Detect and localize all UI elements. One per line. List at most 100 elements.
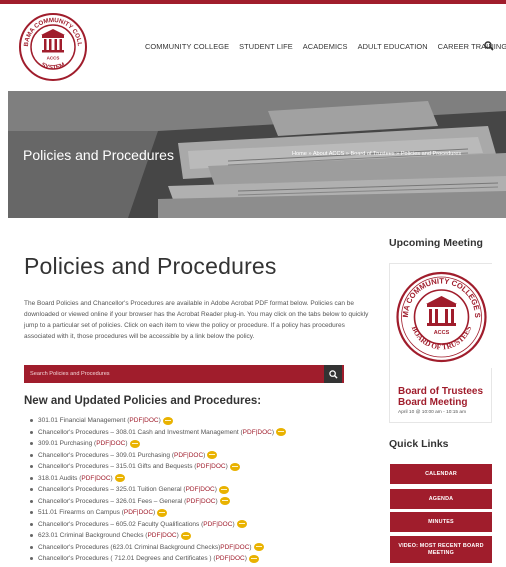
nav-student-life[interactable]: STUDENT LIFE xyxy=(239,42,293,51)
policy-item: Chancellor's Procedures – 309.01 Purchas… xyxy=(30,450,286,462)
policy-doc-link[interactable]: DOC xyxy=(189,450,203,462)
policy-title: Chancellor's Procedures – 308.01 Cash an… xyxy=(38,428,243,436)
policy-doc-link[interactable]: DOC xyxy=(111,438,125,450)
policy-title: Chancellor's Procedures – 315.01 Gifts a… xyxy=(38,463,197,470)
policy-search-input[interactable] xyxy=(24,365,344,383)
policy-doc-link[interactable]: DOC xyxy=(257,427,271,439)
policy-pdf-link[interactable]: PDF xyxy=(147,530,160,542)
policy-doc-link[interactable]: DOC xyxy=(96,473,110,485)
search-icon[interactable] xyxy=(484,41,494,51)
policy-doc-link[interactable]: DOC xyxy=(235,542,249,554)
policy-title: 318.01 Audits ( xyxy=(38,474,82,482)
policy-doc-link[interactable]: DOC xyxy=(230,553,244,565)
page-title: Policies and Procedures xyxy=(24,253,277,279)
quick-links-title: Quick Links xyxy=(389,438,449,450)
policy-doc-link[interactable]: DOC xyxy=(139,507,153,519)
policy-pdf-link[interactable]: PDF xyxy=(124,507,137,519)
new-badge-icon xyxy=(180,531,191,540)
policy-item: Chancellor's Procedures – 605.02 Faculty… xyxy=(30,519,286,531)
link-close: ) xyxy=(225,463,228,470)
policy-item: Chancellor's Procedures (623.01 Criminal… xyxy=(30,542,286,554)
policy-title: Chancellor's Procedures (623.01 Criminal… xyxy=(38,543,221,551)
policy-pdf-link[interactable]: PDF xyxy=(203,519,216,531)
new-badge-icon xyxy=(207,451,218,460)
policy-doc-link[interactable]: DOC xyxy=(218,519,232,531)
bullet-icon xyxy=(30,430,33,434)
agenda-button[interactable]: AGENDA xyxy=(390,489,492,509)
link-close: ) xyxy=(203,451,206,459)
board-seal-image: ALABAMA COMMUNITY COLLEGE SYSTEM BOARD O… xyxy=(390,264,493,368)
updated-policies-heading: New and Updated Policies and Procedures: xyxy=(24,395,262,407)
policy-item: Chancellor's Procedures ( 712.01 Degrees… xyxy=(30,553,286,565)
seal-center-text: ACCS xyxy=(434,330,450,336)
policy-pdf-link[interactable]: PDF xyxy=(186,484,199,496)
new-badge-icon xyxy=(218,485,229,494)
bullet-icon xyxy=(30,545,33,549)
link-close: ) xyxy=(110,474,113,482)
bullet-icon xyxy=(30,453,33,457)
new-badge-icon xyxy=(219,497,230,506)
link-close: ) xyxy=(176,532,179,539)
policy-list: 301.01 Financial Management ( PDF | DOC … xyxy=(30,415,286,565)
new-badge-icon xyxy=(129,439,140,448)
policy-title: Chancellor's Procedures ( 712.01 Degrees… xyxy=(38,555,216,562)
policy-doc-link[interactable]: DOC xyxy=(201,496,215,508)
nav-career-training[interactable]: CAREER TRAINING xyxy=(438,42,506,51)
search-icon xyxy=(328,369,338,379)
policy-item: Chancellor's Procedures – 308.01 Cash an… xyxy=(30,427,286,439)
nav-community-college[interactable]: COMMUNITY COLLEGE xyxy=(145,42,229,51)
search-button[interactable] xyxy=(324,365,342,383)
bullet-icon xyxy=(30,499,33,503)
link-close: ) xyxy=(215,497,218,505)
bullet-icon xyxy=(30,511,33,515)
nav-adult-education[interactable]: ADULT EDUCATION xyxy=(358,42,428,51)
policy-pdf-link[interactable]: PDF xyxy=(81,473,94,485)
policy-pdf-link[interactable]: PDF xyxy=(96,438,109,450)
policy-pdf-link[interactable]: PDF xyxy=(196,461,209,473)
meeting-card[interactable]: ALABAMA COMMUNITY COLLEGE SYSTEM BOARD O… xyxy=(389,263,493,423)
breadcrumb[interactable]: Home » About ACCS » Board of Trustees » … xyxy=(292,151,461,157)
main-nav: COMMUNITY COLLEGE STUDENT LIFE ACADEMICS… xyxy=(145,42,506,51)
meeting-name[interactable]: Board of Trustees Board Meeting xyxy=(398,386,493,408)
policy-title: Chancellor's Procedures – 326.01 Fees – … xyxy=(38,497,187,505)
policy-doc-link[interactable]: DOC xyxy=(162,530,176,542)
new-badge-icon xyxy=(229,462,240,471)
policy-title: 301.01 Financial Management ( xyxy=(38,417,130,424)
meeting-time: April 10 @ 10:00 am - 10:15 am xyxy=(398,410,467,415)
policy-pdf-link[interactable]: PDF xyxy=(186,496,199,508)
video-board-meeting-button[interactable]: VIDEO: MOST RECENT BOARD MEETING xyxy=(390,536,492,563)
policy-item: 301.01 Financial Management ( PDF | DOC … xyxy=(30,415,286,427)
calendar-button[interactable]: CALENDAR xyxy=(390,464,492,484)
link-close: ) xyxy=(232,520,235,528)
policy-title: Chancellor's Procedures – 325.01 Tuition… xyxy=(38,486,186,493)
bullet-icon xyxy=(30,488,33,492)
accs-logo[interactable]: ALABAMA COMMUNITY COLLEGE SYSTEM ACCS xyxy=(18,12,88,82)
policy-item: Chancellor's Procedures – 315.01 Gifts a… xyxy=(30,461,286,473)
logo-center-text: ACCS xyxy=(47,56,60,61)
policy-pdf-link[interactable]: PDF xyxy=(243,427,256,439)
policy-title: 623.01 Criminal Background Checks ( xyxy=(38,532,148,539)
policy-pdf-link[interactable]: PDF xyxy=(129,415,142,427)
policy-title: 309.01 Purchasing ( xyxy=(38,440,97,447)
bullet-icon xyxy=(30,534,33,538)
minutes-button[interactable]: MINUTES xyxy=(390,512,492,532)
bullet-icon xyxy=(30,419,33,423)
new-badge-icon xyxy=(253,543,264,552)
policy-doc-link[interactable]: DOC xyxy=(144,415,158,427)
policy-pdf-link[interactable]: PDF xyxy=(220,542,233,554)
bullet-icon xyxy=(30,465,33,469)
policy-item: 511.01 Firearms on Campus ( PDF | DOC ) xyxy=(30,507,286,519)
link-close: ) xyxy=(214,486,217,493)
policy-doc-link[interactable]: DOC xyxy=(211,461,225,473)
policy-item: 318.01 Audits ( PDF | DOC ) xyxy=(30,473,286,485)
policy-pdf-link[interactable]: PDF xyxy=(216,553,229,565)
policy-item: Chancellor's Procedures – 326.01 Fees – … xyxy=(30,496,286,508)
bullet-icon xyxy=(30,522,33,526)
bullet-icon xyxy=(30,476,33,480)
policy-pdf-link[interactable]: PDF xyxy=(174,450,187,462)
new-badge-icon xyxy=(162,416,173,425)
policy-doc-link[interactable]: DOC xyxy=(200,484,214,496)
link-close: ) xyxy=(249,543,252,551)
upcoming-meeting-title: Upcoming Meeting xyxy=(389,237,483,249)
nav-academics[interactable]: ACADEMICS xyxy=(303,42,348,51)
